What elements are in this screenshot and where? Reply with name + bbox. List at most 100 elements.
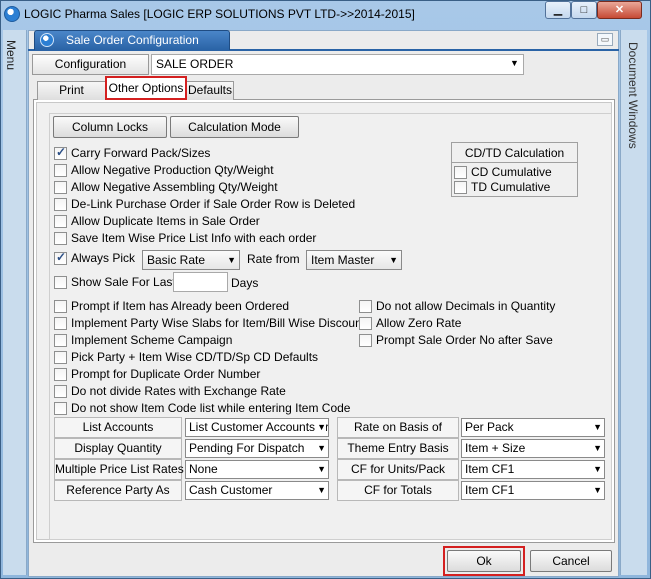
option-delink-purchase-order[interactable]: De-Link Purchase Order if Sale Order Row… bbox=[54, 196, 355, 212]
option-label: Allow Duplicate Items in Sale Order bbox=[71, 214, 260, 228]
option-no-decimals-quantity[interactable]: Do not allow Decimals in Quantity bbox=[359, 298, 555, 314]
menu-side-label[interactable]: Menu bbox=[4, 40, 18, 70]
checkbox[interactable] bbox=[54, 250, 67, 265]
grid-label-list-accounts: List Accounts bbox=[54, 417, 182, 438]
checkbox[interactable] bbox=[359, 333, 372, 347]
display-quantity-select[interactable]: Pending For Dispatch ▼ bbox=[185, 439, 329, 458]
chevron-down-icon: ▼ bbox=[315, 461, 326, 478]
minimize-button[interactable]: ▁ bbox=[545, 1, 571, 19]
checkbox[interactable] bbox=[54, 214, 67, 228]
checkbox[interactable] bbox=[54, 163, 67, 177]
document-windows-side-label[interactable]: Document Windows bbox=[626, 42, 640, 149]
cf-for-units-pack-select[interactable]: Item CF1 ▼ bbox=[461, 460, 605, 479]
calculation-mode-button[interactable]: Calculation Mode bbox=[170, 116, 299, 138]
checkbox[interactable] bbox=[54, 180, 67, 194]
days-label: Days bbox=[231, 276, 259, 290]
checkbox[interactable] bbox=[54, 367, 67, 381]
option-prompt-duplicate-order[interactable]: Prompt for Duplicate Order Number bbox=[54, 366, 260, 382]
cancel-button[interactable]: Cancel bbox=[530, 550, 612, 572]
checkbox[interactable] bbox=[54, 197, 67, 211]
checkbox[interactable] bbox=[454, 165, 467, 179]
checkbox[interactable] bbox=[54, 275, 67, 289]
select-value: List Customer Accounts or bbox=[189, 420, 329, 434]
option-label: CD Cumulative bbox=[471, 165, 552, 179]
option-label: Allow Zero Rate bbox=[376, 316, 462, 330]
option-prompt-already-ordered[interactable]: Prompt if Item has Already been Ordered bbox=[54, 298, 289, 314]
grid-label-multiple-price-list-rates: Multiple Price List Rates bbox=[54, 459, 184, 480]
panel-collapse-button[interactable]: ▭ bbox=[597, 33, 613, 46]
select-value: Per Pack bbox=[465, 420, 514, 434]
option-pick-party-item-defaults[interactable]: Pick Party + Item Wise CD/TD/Sp CD Defau… bbox=[54, 349, 318, 365]
option-label: Do not allow Decimals in Quantity bbox=[376, 299, 556, 313]
chevron-down-icon: ▼ bbox=[591, 482, 602, 499]
grid-label-rate-on-basis-of: Rate on Basis of bbox=[337, 417, 459, 438]
option-label: Carry Forward Pack/Sizes bbox=[71, 146, 211, 160]
cf-for-totals-select[interactable]: Item CF1 ▼ bbox=[461, 481, 605, 500]
grid-label-display-quantity: Display Quantity bbox=[54, 438, 182, 459]
chevron-down-icon: ▼ bbox=[591, 440, 602, 457]
tab-defaults[interactable]: Defaults bbox=[186, 81, 234, 100]
close-button[interactable]: ✕ bbox=[597, 1, 642, 19]
option-show-sale-for-last[interactable]: Show Sale For Last bbox=[54, 274, 176, 290]
option-no-divide-exchange-rate[interactable]: Do not divide Rates with Exchange Rate bbox=[54, 383, 286, 399]
option-scheme-campaign[interactable]: Implement Scheme Campaign bbox=[54, 332, 232, 348]
option-td-cumulative[interactable]: TD Cumulative bbox=[454, 179, 550, 195]
rate-on-basis-of-select[interactable]: Per Pack ▼ bbox=[461, 418, 605, 437]
checkbox[interactable] bbox=[54, 231, 67, 245]
cdtd-calculation-title: CD/TD Calculation bbox=[464, 146, 565, 160]
option-duplicate-items[interactable]: Allow Duplicate Items in Sale Order bbox=[54, 213, 260, 229]
chevron-down-icon: ▼ bbox=[315, 419, 326, 436]
tab-print-options[interactable]: Print Options bbox=[37, 81, 106, 114]
chevron-down-icon[interactable]: ▼ bbox=[510, 58, 519, 68]
checkbox[interactable] bbox=[54, 384, 67, 398]
multiple-price-list-rates-select[interactable]: None ▼ bbox=[185, 460, 329, 479]
option-label: Prompt Sale Order No after Save bbox=[376, 333, 553, 347]
option-cd-cumulative[interactable]: CD Cumulative bbox=[454, 164, 552, 180]
option-negative-production[interactable]: Allow Negative Production Qty/Weight bbox=[54, 162, 274, 178]
option-prompt-order-no-after-save[interactable]: Prompt Sale Order No after Save bbox=[359, 332, 553, 348]
list-accounts-select[interactable]: List Customer Accounts or ▼ bbox=[185, 418, 329, 437]
option-label: Show Sale For Last bbox=[71, 275, 176, 289]
option-label: De-Link Purchase Order if Sale Order Row… bbox=[71, 197, 356, 211]
maximize-button[interactable]: □ bbox=[571, 1, 597, 19]
option-label: Prompt if Item has Already been Ordered bbox=[71, 299, 290, 313]
checkbox[interactable] bbox=[54, 316, 67, 330]
checkbox[interactable] bbox=[54, 333, 67, 347]
window-title: LOGIC Pharma Sales [LOGIC ERP SOLUTIONS … bbox=[24, 7, 415, 21]
select-value: Basic Rate bbox=[147, 253, 206, 267]
option-label: Prompt for Duplicate Order Number bbox=[71, 367, 261, 381]
select-value: Pending For Dispatch bbox=[189, 441, 305, 455]
option-allow-zero-rate[interactable]: Allow Zero Rate bbox=[359, 315, 461, 331]
theme-entry-basis-select[interactable]: Item + Size ▼ bbox=[461, 439, 605, 458]
grid-label-cf-for-totals: CF for Totals bbox=[337, 480, 459, 501]
option-negative-assembling[interactable]: Allow Negative Assembling Qty/Weight bbox=[54, 179, 278, 195]
column-locks-button[interactable]: Column Locks bbox=[53, 116, 167, 138]
highlight-box bbox=[443, 546, 525, 576]
show-sale-days-input[interactable] bbox=[173, 272, 228, 292]
checkbox[interactable] bbox=[54, 350, 67, 364]
checkbox[interactable] bbox=[454, 180, 467, 194]
document-tab-logo-icon bbox=[40, 33, 54, 47]
document-tab-label: Sale Order Configuration bbox=[66, 33, 199, 47]
option-always-pick[interactable]: Always Pick bbox=[54, 250, 135, 266]
checkbox[interactable] bbox=[54, 401, 67, 415]
checkbox[interactable] bbox=[359, 316, 372, 330]
configuration-select[interactable]: SALE ORDER bbox=[151, 54, 524, 75]
chevron-down-icon: ▼ bbox=[591, 461, 602, 478]
rate-from-select[interactable]: Item Master ▼ bbox=[306, 250, 402, 270]
always-pick-rate-select[interactable]: Basic Rate ▼ bbox=[142, 250, 240, 270]
checkbox[interactable] bbox=[359, 299, 372, 313]
highlight-box bbox=[105, 76, 187, 100]
select-value: Item CF1 bbox=[465, 462, 515, 476]
option-save-price-list-info[interactable]: Save Item Wise Price List Info with each… bbox=[54, 230, 316, 246]
option-hide-item-code-list[interactable]: Do not show Item Code list while enterin… bbox=[54, 400, 350, 416]
option-carry-forward[interactable]: Carry Forward Pack/Sizes bbox=[54, 145, 210, 161]
menu-side-panel[interactable] bbox=[3, 30, 27, 575]
divider bbox=[452, 162, 577, 163]
checkbox[interactable] bbox=[54, 145, 67, 160]
option-label: Always Pick bbox=[71, 251, 136, 265]
configuration-label: Configuration bbox=[32, 54, 149, 75]
option-party-wise-slabs[interactable]: Implement Party Wise Slabs for Item/Bill… bbox=[54, 315, 371, 331]
checkbox[interactable] bbox=[54, 299, 67, 313]
reference-party-as-select[interactable]: Cash Customer ▼ bbox=[185, 481, 329, 500]
